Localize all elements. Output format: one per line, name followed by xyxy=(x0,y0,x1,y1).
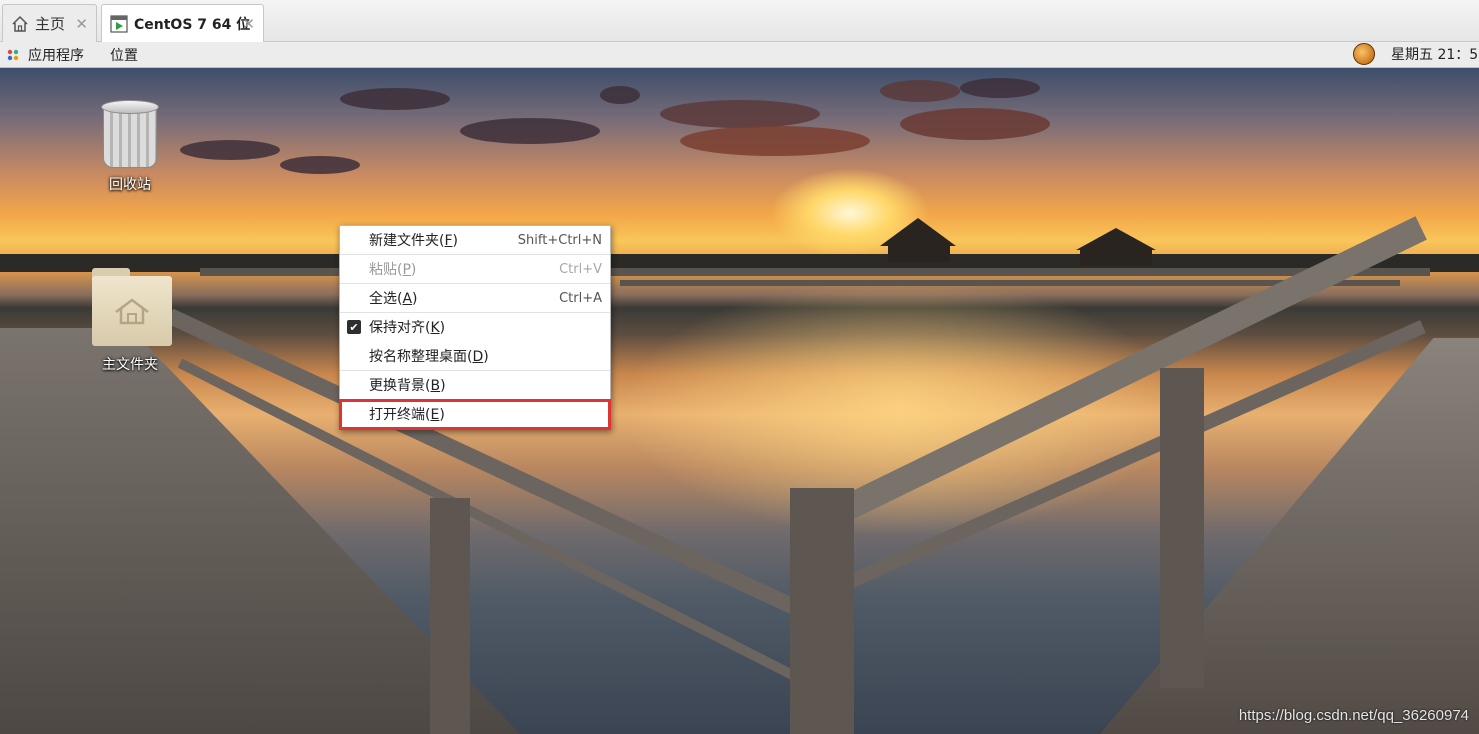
desktop-context-menu: 新建文件夹(F) Shift+Ctrl+N 粘贴(P) Ctrl+V 全选(A)… xyxy=(339,225,611,430)
places-label: 位置 xyxy=(110,48,138,64)
wallpaper-railing-post xyxy=(1160,368,1204,688)
tab-home-label: 主页 xyxy=(35,15,66,33)
wallpaper-cloud xyxy=(340,88,450,110)
menu-item-open-terminal[interactable]: 打开终端(E) xyxy=(339,399,611,430)
menu-shortcut: Ctrl+A xyxy=(559,290,602,306)
tab-centos-label: CentOS 7 64 位 xyxy=(134,16,251,33)
places-menu[interactable]: 位置 xyxy=(110,45,138,65)
menu-shortcut: Shift+Ctrl+N xyxy=(517,232,602,248)
menu-item-change-background[interactable]: 更换背景(B) xyxy=(340,371,610,400)
wallpaper-railing-post xyxy=(790,488,854,734)
menu-item-select-all[interactable]: 全选(A) Ctrl+A xyxy=(340,284,610,313)
wallpaper-cloud xyxy=(660,100,820,128)
menu-item-label: 打开终端(E) xyxy=(369,407,445,423)
status-indicator-icon[interactable] xyxy=(1353,43,1375,65)
menu-shortcut: Ctrl+V xyxy=(559,261,602,277)
wallpaper-gazebo xyxy=(880,218,956,246)
applications-label: 应用程序 xyxy=(28,48,84,64)
gnome-top-panel: 应用程序 位置 星期五 21：5 xyxy=(0,42,1479,68)
desktop-icon-home-folder[interactable]: 主文件夹 xyxy=(80,266,180,374)
menu-item-label: 粘贴(P) xyxy=(369,262,417,278)
desktop-icon-trash[interactable]: 回收站 xyxy=(80,94,180,194)
watermark: https://blog.csdn.net/qq_36260974 xyxy=(1238,707,1469,724)
desktop-icon-label: 回收站 xyxy=(109,177,151,193)
wallpaper-cloud xyxy=(180,140,280,160)
menu-item-label: 保持对齐(K) xyxy=(369,320,446,336)
trash-icon xyxy=(99,94,161,170)
gnome-foot-icon xyxy=(6,48,20,62)
close-icon[interactable]: ✕ xyxy=(242,15,255,33)
desktop-icon-label: 主文件夹 xyxy=(102,357,158,373)
menu-item-keep-aligned[interactable]: ✔ 保持对齐(K) xyxy=(340,313,610,342)
close-icon[interactable]: ✕ xyxy=(75,15,88,33)
wallpaper-railing-post xyxy=(430,498,470,734)
wallpaper-cloud xyxy=(460,118,600,144)
wallpaper-gazebo xyxy=(1080,250,1152,266)
menu-item-organize-by-name[interactable]: 按名称整理桌面(D) xyxy=(340,342,610,371)
home-icon xyxy=(11,15,29,33)
vm-tab-bar: 主页 ✕ CentOS 7 64 位 ✕ xyxy=(0,0,1479,42)
wallpaper-cloud xyxy=(680,126,870,156)
desktop[interactable]: 回收站 主文件夹 xyxy=(0,68,1479,734)
checkbox-checked-icon: ✔ xyxy=(347,320,361,334)
wallpaper-cloud xyxy=(900,108,1050,140)
menu-item-label: 更换背景(B) xyxy=(369,378,446,394)
menu-item-label: 新建文件夹(F) xyxy=(369,233,458,249)
panel-right-area: 星期五 21：5 xyxy=(1353,43,1479,65)
wallpaper-gazebo xyxy=(888,246,950,262)
wallpaper-water-reflection xyxy=(620,278,1180,538)
wallpaper-cloud xyxy=(600,86,640,104)
wallpaper-cloud xyxy=(280,156,360,174)
menu-item-label: 全选(A) xyxy=(369,291,418,307)
wallpaper-cloud xyxy=(960,78,1040,98)
vm-run-icon xyxy=(110,14,128,33)
applications-menu[interactable]: 应用程序 xyxy=(6,45,84,65)
wallpaper-cloud xyxy=(880,80,960,102)
home-folder-icon xyxy=(88,266,172,350)
clock[interactable]: 星期五 21：5 xyxy=(1391,44,1479,64)
wallpaper-gazebo xyxy=(1076,228,1156,250)
menu-item-label: 按名称整理桌面(D) xyxy=(369,349,489,365)
tab-home[interactable]: 主页 ✕ xyxy=(2,4,97,42)
menu-item-new-folder[interactable]: 新建文件夹(F) Shift+Ctrl+N xyxy=(340,226,610,255)
tab-centos-vm[interactable]: CentOS 7 64 位 ✕ xyxy=(101,4,264,42)
menu-item-paste[interactable]: 粘贴(P) Ctrl+V xyxy=(340,255,610,284)
